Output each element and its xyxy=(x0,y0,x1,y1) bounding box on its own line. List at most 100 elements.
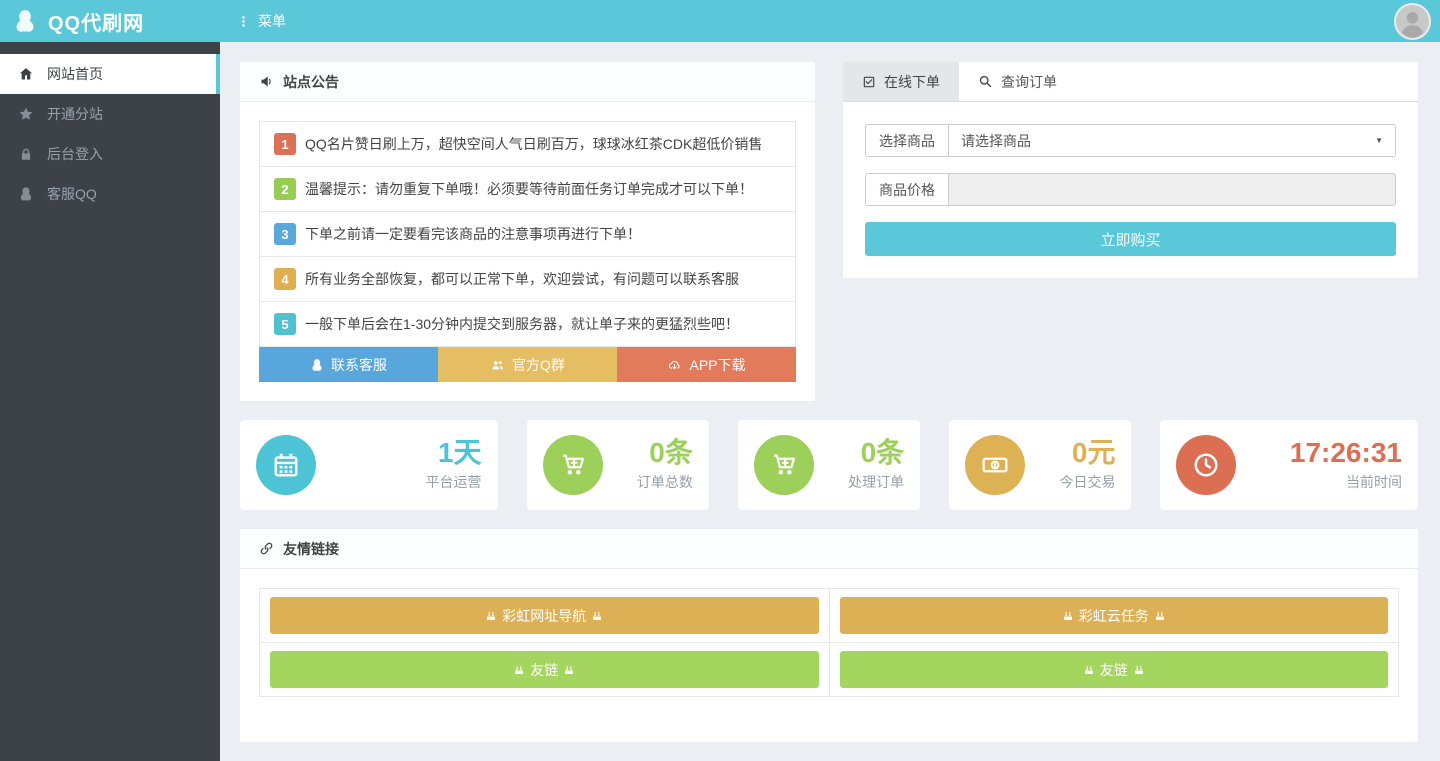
stat-value: 0条 xyxy=(814,438,904,467)
tab-label: 查询订单 xyxy=(1001,72,1057,92)
button-label: APP下载 xyxy=(689,355,745,375)
order-panel: 在线下单 查询订单 选择商品 请选择商品 ▼ xyxy=(843,62,1418,278)
item-text: 所有业务全部恢复，都可以正常下单，欢迎尝试，有问题可以联系客服 xyxy=(305,269,739,289)
button-label: 官方Q群 xyxy=(512,355,565,375)
price-input xyxy=(948,173,1396,206)
announcement-panel: 站点公告 1 QQ名片赞日刷上万，超快空间人气日刷百万，球球冰红茶CDK超低价销… xyxy=(240,62,815,401)
price-label: 商品价格 xyxy=(865,173,948,206)
cake-icon xyxy=(1083,664,1095,676)
ellipsis-v-icon xyxy=(237,14,250,29)
cart-plus-icon xyxy=(543,435,603,495)
item-badge: 5 xyxy=(274,313,296,335)
announcement-buttons: 联系客服 官方Q群 APP下载 xyxy=(259,347,796,382)
links-header: 友情链接 xyxy=(240,529,1418,569)
money-icon xyxy=(965,435,1025,495)
topbar: QQ代刷网 菜单 xyxy=(0,0,1440,42)
sidebar-item-label: 后台登入 xyxy=(47,144,103,164)
product-select-value: 请选择商品 xyxy=(961,131,1031,151)
home-icon xyxy=(17,66,34,82)
stat-value: 1天 xyxy=(316,438,482,467)
calendar-icon xyxy=(256,435,316,495)
announcement-item: 1 QQ名片赞日刷上万，超快空间人气日刷百万，球球冰红茶CDK超低价销售 xyxy=(260,122,795,167)
product-select[interactable]: 请选择商品 ▼ xyxy=(948,124,1396,157)
item-badge: 2 xyxy=(274,178,296,200)
product-field-group: 选择商品 请选择商品 ▼ xyxy=(865,124,1396,157)
cloud-download-icon xyxy=(667,358,682,372)
chain-link-icon xyxy=(259,541,274,556)
stat-value: 0条 xyxy=(603,438,693,467)
announcement-header: 站点公告 xyxy=(240,62,815,102)
sidebar-item-label: 开通分站 xyxy=(47,104,103,124)
announcement-list: 1 QQ名片赞日刷上万，超快空间人气日刷百万，球球冰红茶CDK超低价销售 2 温… xyxy=(259,121,796,347)
main-content: 站点公告 1 QQ名片赞日刷上万，超快空间人气日刷百万，球球冰红茶CDK超低价销… xyxy=(220,42,1440,761)
stat-card-processing-orders: 0条 处理订单 xyxy=(738,420,920,510)
stat-card-total-orders: 0条 订单总数 xyxy=(527,420,709,510)
item-text: 下单之前请一定要看完该商品的注意事项再进行下单！ xyxy=(305,224,641,244)
friendly-links-panel: 友情链接 彩虹网址导航 彩虹云任务 xyxy=(240,529,1418,742)
stat-label: 订单总数 xyxy=(603,472,693,492)
stat-label: 今日交易 xyxy=(1025,472,1115,492)
announcement-item: 5 一般下单后会在1-30分钟内提交到服务器，就让单子来的更猛烈些吧！ xyxy=(260,302,795,347)
order-tabs: 在线下单 查询订单 xyxy=(843,62,1418,102)
item-badge: 3 xyxy=(274,223,296,245)
announcement-title: 站点公告 xyxy=(283,72,339,92)
menu-label: 菜单 xyxy=(258,11,286,31)
price-field-group: 商品价格 xyxy=(865,173,1396,206)
sidebar-item-branch[interactable]: 开通分站 xyxy=(0,94,220,134)
stat-card-platform-days: 1天 平台运营 xyxy=(240,420,498,510)
sidebar-item-admin-login[interactable]: 后台登入 xyxy=(0,134,220,174)
links-title: 友情链接 xyxy=(283,539,339,559)
qq-icon xyxy=(310,358,324,372)
caret-down-icon: ▼ xyxy=(1375,136,1383,145)
stat-card-current-time: 17:26:31 当前时间 xyxy=(1160,420,1418,510)
sidebar-item-label: 网站首页 xyxy=(47,64,103,84)
product-select-label: 选择商品 xyxy=(865,124,948,157)
check-square-icon xyxy=(862,75,876,89)
stats-row: 1天 平台运营 0条 订单总数 0条 处理订单 xyxy=(240,420,1418,510)
cake-icon xyxy=(1154,610,1166,622)
link-button-friend-2[interactable]: 友链 xyxy=(840,651,1389,688)
star-icon xyxy=(17,106,34,122)
search-icon xyxy=(978,74,993,89)
link-label: 彩虹网址导航 xyxy=(502,606,586,626)
link-button-rainbow-cloud[interactable]: 彩虹云任务 xyxy=(840,597,1389,634)
sidebar-item-home[interactable]: 网站首页 xyxy=(0,54,220,94)
official-qgroup-button[interactable]: 官方Q群 xyxy=(438,347,617,382)
sidebar-item-label: 客服QQ xyxy=(47,184,97,204)
bullhorn-icon xyxy=(259,74,274,89)
clock-icon xyxy=(1176,435,1236,495)
tab-query-order[interactable]: 查询订单 xyxy=(959,62,1076,101)
tab-online-order[interactable]: 在线下单 xyxy=(843,62,959,101)
stat-value: 17:26:31 xyxy=(1236,438,1402,467)
link-cell: 彩虹云任务 xyxy=(830,589,1399,642)
menu-button[interactable]: 菜单 xyxy=(237,11,286,31)
sidebar-item-service-qq[interactable]: 客服QQ xyxy=(0,174,220,214)
item-text: 温馨提示：请勿重复下单哦！必须要等待前面任务订单完成才可以下单！ xyxy=(305,179,753,199)
link-button-rainbow-nav[interactable]: 彩虹网址导航 xyxy=(270,597,819,634)
brand-title: QQ代刷网 xyxy=(48,7,144,36)
qq-logo-icon xyxy=(12,8,38,34)
link-cell: 彩虹网址导航 xyxy=(260,589,829,642)
link-label: 彩虹云任务 xyxy=(1079,606,1149,626)
announcement-item: 3 下单之前请一定要看完该商品的注意事项再进行下单！ xyxy=(260,212,795,257)
sidebar: 网站首页 开通分站 后台登入 客服QQ xyxy=(0,42,220,761)
avatar[interactable] xyxy=(1394,3,1431,40)
brand: QQ代刷网 xyxy=(0,7,222,36)
stat-card-today-trades: 0元 今日交易 xyxy=(949,420,1131,510)
tab-label: 在线下单 xyxy=(884,72,940,92)
users-icon xyxy=(490,358,505,372)
link-cell: 友链 xyxy=(260,643,829,696)
item-text: 一般下单后会在1-30分钟内提交到服务器，就让单子来的更猛烈些吧！ xyxy=(305,314,739,334)
contact-service-button[interactable]: 联系客服 xyxy=(259,347,438,382)
announcement-item: 2 温馨提示：请勿重复下单哦！必须要等待前面任务订单完成才可以下单！ xyxy=(260,167,795,212)
cake-icon xyxy=(513,664,525,676)
buy-now-button[interactable]: 立即购买 xyxy=(865,222,1396,256)
qq-icon xyxy=(17,186,34,202)
stat-value: 0元 xyxy=(1025,438,1115,467)
item-badge: 1 xyxy=(274,133,296,155)
links-grid: 彩虹网址导航 彩虹云任务 友链 xyxy=(259,588,1399,697)
cake-icon xyxy=(591,610,603,622)
link-label: 友链 xyxy=(530,660,558,680)
link-button-friend-1[interactable]: 友链 xyxy=(270,651,819,688)
app-download-button[interactable]: APP下载 xyxy=(617,347,796,382)
